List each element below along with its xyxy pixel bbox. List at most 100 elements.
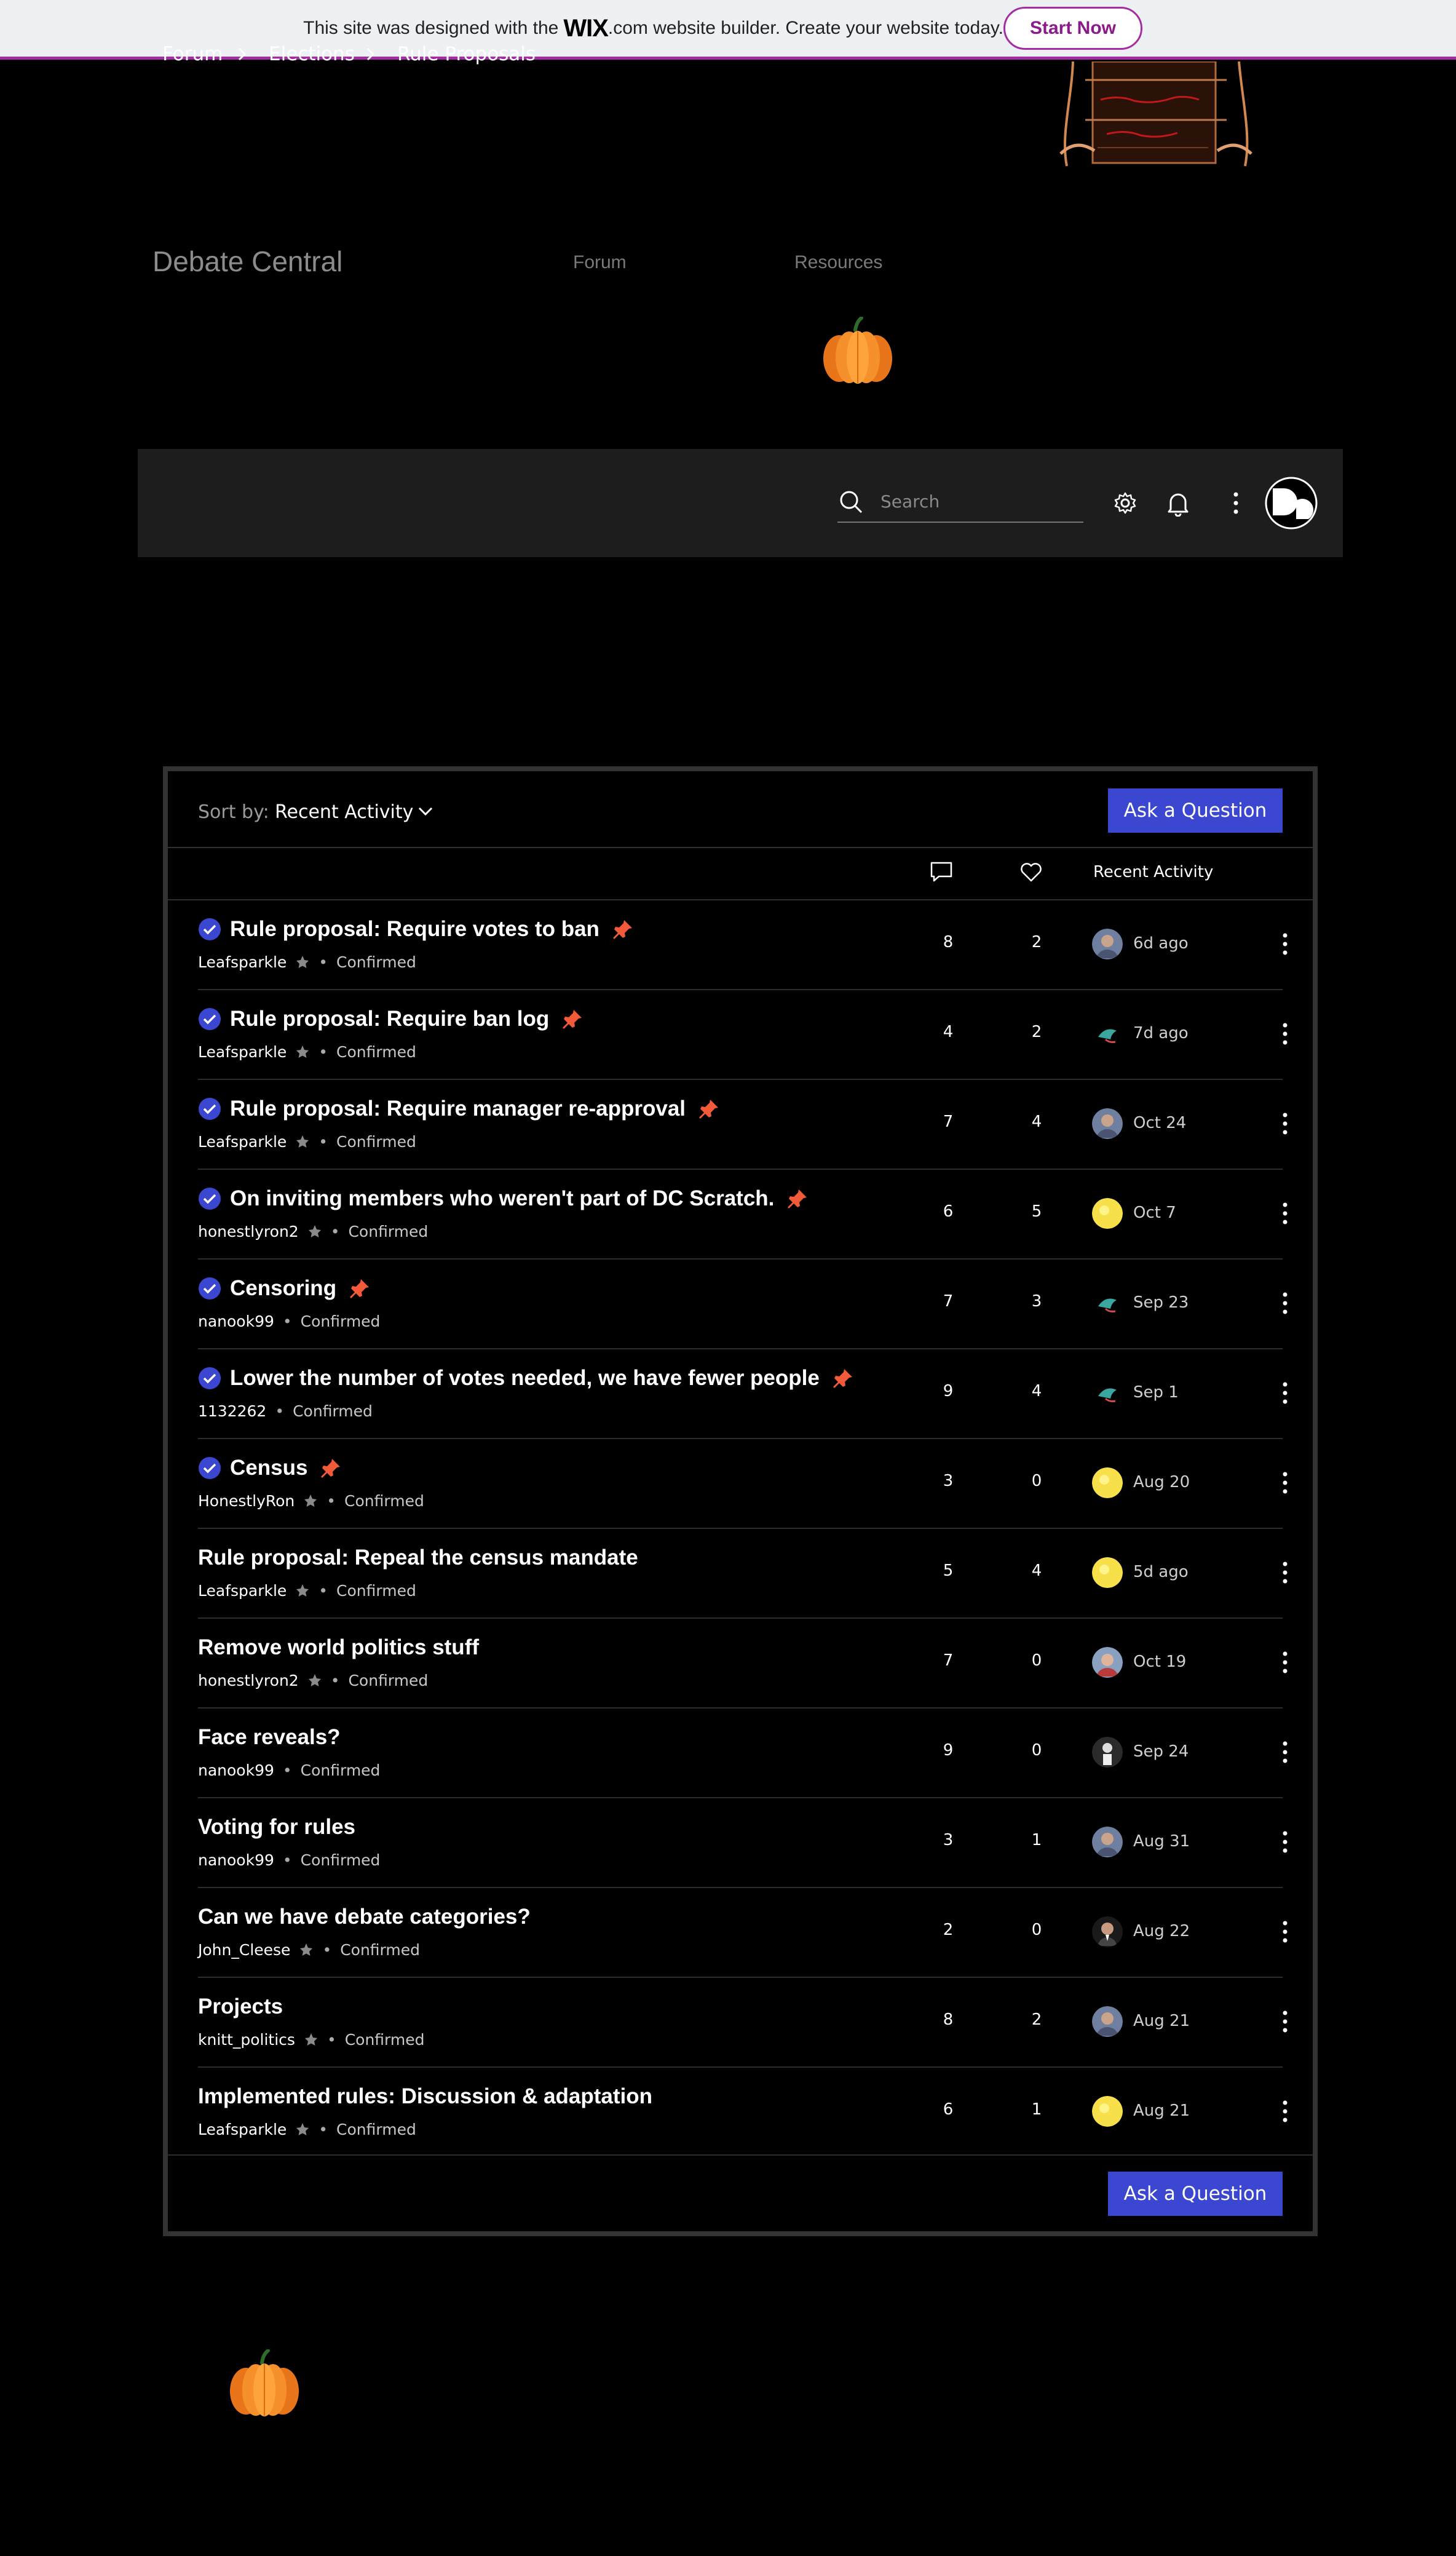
- star-badge-icon: [308, 1674, 321, 1686]
- post-title[interactable]: Rule proposal: Require votes to ban: [230, 917, 599, 942]
- post-title[interactable]: Census: [230, 1456, 307, 1480]
- post-more-icon[interactable]: [1278, 1469, 1292, 1496]
- avatar[interactable]: [1264, 476, 1318, 530]
- breadcrumb-elections[interactable]: Elections: [269, 0, 355, 108]
- recent-activity-avatar[interactable]: [1092, 2096, 1123, 2127]
- post-more-icon[interactable]: [1278, 1559, 1292, 1586]
- start-now-button[interactable]: Start Now: [1003, 7, 1142, 50]
- sort-dropdown[interactable]: Recent Activity: [275, 800, 413, 824]
- post-row[interactable]: Can we have debate categories? John_Clee…: [168, 1887, 1313, 1978]
- post-title[interactable]: Rule proposal: Require manager re-approv…: [230, 1097, 686, 1121]
- post-title[interactable]: Censoring: [230, 1276, 336, 1301]
- more-icon[interactable]: [1228, 490, 1243, 517]
- recent-activity-avatar[interactable]: [1092, 1288, 1123, 1319]
- post-more-icon[interactable]: [1278, 1379, 1292, 1407]
- comment-count: 2: [943, 1921, 954, 1939]
- post-author[interactable]: Leafsparkle: [198, 1133, 287, 1151]
- star-badge-icon: [296, 956, 309, 968]
- post-row[interactable]: Census HonestlyRon • Confirmed 3 0 Aug 20: [168, 1439, 1313, 1529]
- recent-activity-avatar[interactable]: [1092, 929, 1123, 959]
- nav-resources[interactable]: Resources: [794, 252, 882, 273]
- post-row[interactable]: Rule proposal: Require votes to ban Leaf…: [168, 900, 1313, 990]
- post-row[interactable]: Censoring nanook99 • Confirmed 7 3 Sep 23: [168, 1259, 1313, 1349]
- post-title[interactable]: Remove world politics stuff: [198, 1635, 479, 1660]
- post-more-icon[interactable]: [1278, 1739, 1292, 1766]
- like-count: 2: [1031, 933, 1042, 951]
- post-author[interactable]: honestlyron2: [198, 1223, 299, 1240]
- post-row[interactable]: Projects knitt_politics • Confirmed 8 2 Au…: [168, 1977, 1313, 2068]
- post-author[interactable]: Leafsparkle: [198, 953, 287, 971]
- post-title[interactable]: On inviting members who weren't part of …: [230, 1186, 774, 1211]
- recent-activity-date: Sep 23: [1133, 1293, 1189, 1312]
- post-row[interactable]: Implemented rules: Discussion & adaptati…: [168, 2067, 1313, 2157]
- recent-activity-avatar[interactable]: [1092, 1198, 1123, 1229]
- breadcrumb-rule-proposals[interactable]: Rule Proposals: [397, 0, 536, 108]
- post-title-line: Census: [198, 1453, 342, 1483]
- gear-icon[interactable]: [1113, 491, 1138, 515]
- post-author[interactable]: Leafsparkle: [198, 1043, 287, 1061]
- recent-activity-avatar[interactable]: [1092, 1557, 1123, 1588]
- chevron-down-icon[interactable]: [417, 804, 434, 819]
- post-more-icon[interactable]: [1278, 1110, 1292, 1137]
- bell-icon[interactable]: [1166, 490, 1190, 517]
- post-more-icon[interactable]: [1278, 1290, 1292, 1317]
- post-more-icon[interactable]: [1278, 1828, 1292, 1855]
- post-author[interactable]: honestlyron2: [198, 1672, 299, 1689]
- post-row[interactable]: Remove world politics stuff honestlyron2…: [168, 1618, 1313, 1709]
- post-author[interactable]: HonestlyRon: [198, 1492, 295, 1510]
- search-input[interactable]: [879, 487, 1078, 515]
- post-row[interactable]: Voting for rules nanook99 • Confirmed 3 1 …: [168, 1798, 1313, 1888]
- post-row[interactable]: Lower the number of votes needed, we hav…: [168, 1349, 1313, 1439]
- post-author[interactable]: nanook99: [198, 1851, 274, 1869]
- recent-activity-date: Oct 7: [1133, 1204, 1176, 1222]
- post-author[interactable]: nanook99: [198, 1761, 274, 1779]
- post-title[interactable]: Voting for rules: [198, 1815, 355, 1840]
- post-author[interactable]: Leafsparkle: [198, 1582, 287, 1600]
- post-row[interactable]: Rule proposal: Repeal the census mandate…: [168, 1528, 1313, 1619]
- post-author[interactable]: knitt_politics: [198, 2031, 295, 2049]
- post-more-icon[interactable]: [1278, 1200, 1292, 1227]
- recent-activity-avatar[interactable]: [1092, 1916, 1123, 1947]
- post-row[interactable]: Rule proposal: Require ban log Leafspark…: [168, 990, 1313, 1080]
- post-title[interactable]: Lower the number of votes needed, we hav…: [230, 1366, 820, 1391]
- meta-separator: •: [282, 1761, 292, 1779]
- post-title[interactable]: Rule proposal: Require ban log: [230, 1007, 549, 1031]
- star-badge-icon: [308, 1225, 321, 1237]
- recent-activity-avatar[interactable]: [1092, 1467, 1123, 1498]
- search-icon[interactable]: [839, 490, 863, 514]
- post-title[interactable]: Rule proposal: Repeal the census mandate: [198, 1546, 638, 1570]
- recent-activity-avatar[interactable]: [1092, 1647, 1123, 1678]
- recent-activity-avatar[interactable]: [1092, 1108, 1123, 1139]
- post-title[interactable]: Face reveals?: [198, 1725, 341, 1750]
- recent-activity-avatar[interactable]: [1092, 1827, 1123, 1857]
- post-title[interactable]: Implemented rules: Discussion & adaptati…: [198, 2084, 652, 2109]
- post-more-icon[interactable]: [1278, 1020, 1292, 1047]
- recent-activity-avatar[interactable]: [1092, 2006, 1123, 2037]
- breadcrumb-forum[interactable]: Forum: [162, 0, 223, 108]
- post-author[interactable]: Leafsparkle: [198, 2121, 287, 2138]
- site-title[interactable]: Debate Central: [152, 245, 342, 278]
- post-author[interactable]: 1132262: [198, 1402, 266, 1420]
- nav-forum[interactable]: Forum: [573, 252, 627, 273]
- post-title[interactable]: Projects: [198, 1994, 283, 2019]
- post-more-icon[interactable]: [1278, 931, 1292, 958]
- post-more-icon[interactable]: [1278, 1649, 1292, 1676]
- ask-question-button-bottom[interactable]: Ask a Question: [1108, 2172, 1283, 2216]
- post-row[interactable]: Face reveals? nanook99 • Confirmed 9 0 Sep…: [168, 1708, 1313, 1798]
- post-author[interactable]: nanook99: [198, 1312, 274, 1330]
- recent-activity-avatar[interactable]: [1092, 1737, 1123, 1768]
- post-author[interactable]: John_Cleese: [198, 1941, 290, 1959]
- recent-activity-avatar[interactable]: [1092, 1018, 1123, 1049]
- meta-separator: •: [318, 1581, 328, 1600]
- post-title[interactable]: Can we have debate categories?: [198, 1905, 531, 1929]
- post-status: Confirmed: [348, 1222, 429, 1240]
- ask-question-button[interactable]: Ask a Question: [1108, 788, 1283, 833]
- post-more-icon[interactable]: [1278, 2008, 1292, 2035]
- post-more-icon[interactable]: [1278, 2098, 1292, 2125]
- post-meta: Leafsparkle • Confirmed: [198, 2119, 416, 2140]
- recent-activity-avatar[interactable]: [1092, 1378, 1123, 1408]
- like-count: 1: [1031, 1831, 1042, 1849]
- post-more-icon[interactable]: [1278, 1918, 1292, 1945]
- post-row[interactable]: Rule proposal: Require manager re-approv…: [168, 1079, 1313, 1170]
- post-row[interactable]: On inviting members who weren't part of …: [168, 1169, 1313, 1260]
